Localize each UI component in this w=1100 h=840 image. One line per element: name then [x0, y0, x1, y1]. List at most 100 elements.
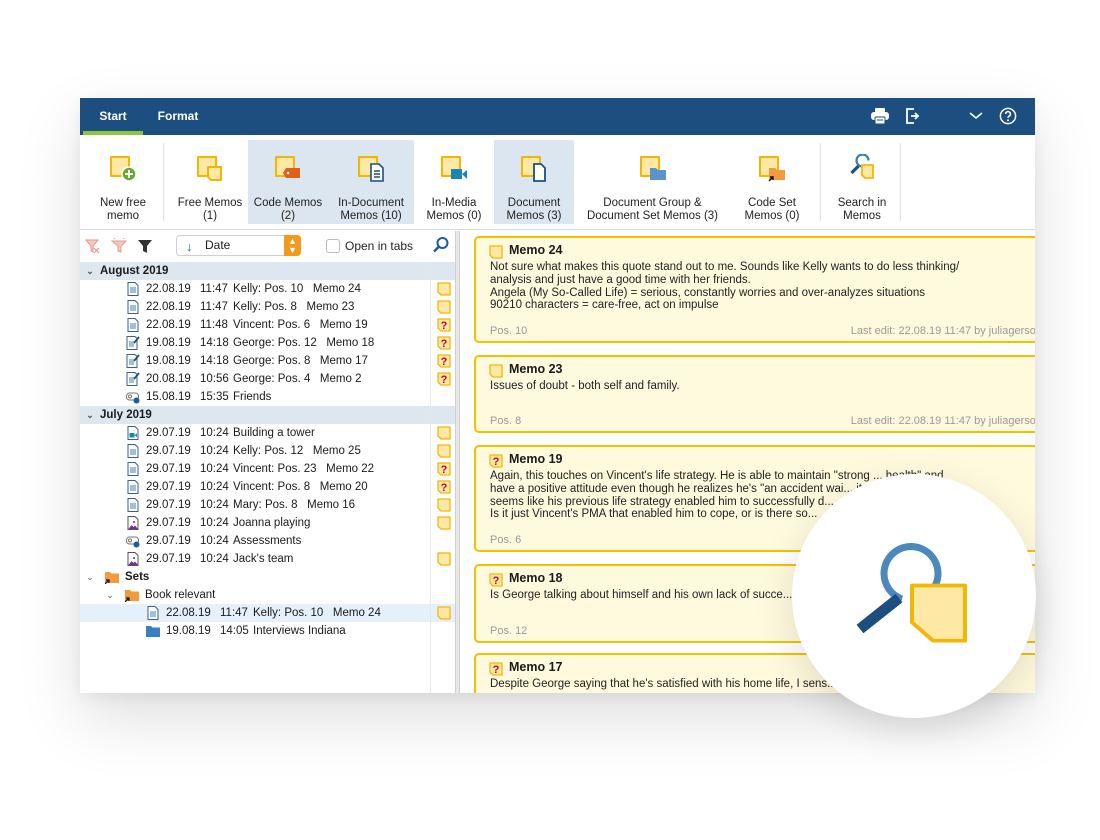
ribbon-separator: [900, 143, 901, 221]
tree-item[interactable]: 29.07.19 10:24 Vincent: Pos. 8 Memo 20?: [80, 478, 455, 496]
tree-item[interactable]: 22.08.19 11:47 Kelly: Pos. 8 Memo 23: [80, 298, 455, 316]
tree-item-label: George: Pos. 8 Memo 17: [233, 355, 368, 367]
memo-icon[interactable]: [437, 552, 451, 566]
code-set-memos-button[interactable]: Code Set Memos (0): [732, 140, 812, 224]
document-memos-icon: [521, 156, 546, 182]
tree-item-time: 14:18: [200, 337, 229, 349]
tree-item[interactable]: 29.07.19 10:24 Assessments: [80, 532, 455, 550]
tree-item[interactable]: 29.07.19 10:24 Jack's team: [80, 550, 455, 568]
ribbon-label: Memos: [843, 210, 881, 222]
in-document-memos-button[interactable]: In-Document Memos (10): [328, 140, 414, 224]
memo-title: Memo 19: [509, 452, 563, 466]
tree-group-header[interactable]: ⌄ July 2019: [80, 406, 455, 424]
filter-clear-icon[interactable]: [85, 238, 101, 254]
tree-item[interactable]: 22.08.19 11:47 Kelly: Pos. 10 Memo 24: [80, 604, 455, 622]
open-in-tabs-checkbox[interactable]: [326, 239, 340, 253]
svg-text:?: ?: [441, 482, 448, 494]
tree-item[interactable]: 22.08.19 11:47 Kelly: Pos. 10 Memo 24: [80, 280, 455, 298]
tree-item[interactable]: 19.08.19 14:18 George: Pos. 8 Memo 17?: [80, 352, 455, 370]
tree-item[interactable]: 19.08.19 14:05 Interviews Indiana: [80, 622, 455, 640]
text-document-icon: [126, 282, 140, 296]
text-document-icon: [126, 300, 140, 314]
export-icon[interactable]: [902, 105, 924, 127]
search-memos-icon: [856, 543, 967, 643]
printer-icon[interactable]: [869, 105, 891, 127]
code-memos-button[interactable]: Code Memos (2): [248, 140, 328, 224]
tree-group-header[interactable]: ⌄ August 2019: [80, 262, 455, 280]
memo-icon[interactable]: [437, 444, 451, 458]
question-memo-icon[interactable]: ?: [437, 480, 451, 494]
question-memo-icon[interactable]: ?: [437, 318, 451, 332]
new-free-memo-button[interactable]: New free memo: [86, 140, 160, 224]
memo-tree: ⌄ August 2019 22.08.19 11:47 Kelly: Pos. 10 …: [80, 262, 455, 693]
search-in-memos-button[interactable]: Search in Memos: [824, 140, 900, 224]
memo-card[interactable]: Memo 23 Issues of doubt - both self and f…: [474, 355, 1035, 433]
ribbon-label: Memos (10): [340, 210, 402, 222]
in-media-memos-button[interactable]: In-Media Memos (0): [414, 140, 494, 224]
ribbon-label: Code Memos: [253, 197, 323, 209]
memo-icon[interactable]: [437, 300, 451, 314]
tree-sets-header[interactable]: ⌄ Sets: [80, 568, 455, 586]
tree-item-time: 15:35: [200, 391, 229, 403]
tree-item-time: 14:18: [200, 355, 229, 367]
document-memos-button[interactable]: Document Memos (3): [494, 140, 574, 224]
tree-item[interactable]: 29.07.19 10:24 Mary: Pos. 8 Memo 16: [80, 496, 455, 514]
sort-select[interactable]: ↓ Date ▲ ▼: [176, 235, 301, 256]
question-memo-icon[interactable]: ?: [437, 354, 451, 368]
chevron-down-icon[interactable]: ⌄: [85, 568, 95, 586]
question-memo-icon[interactable]: ?: [437, 336, 451, 350]
search-icon[interactable]: [432, 236, 450, 254]
folder-icon: [146, 624, 160, 638]
chevron-down-icon[interactable]: ⌄: [105, 586, 115, 604]
svg-text:?: ?: [493, 456, 500, 468]
memo-icon[interactable]: [437, 498, 451, 512]
chevron-down-icon[interactable]: ⌄: [85, 262, 95, 280]
memo-last-edit: Last edit: 22.08.19 11:47 by juliagerson: [850, 325, 1035, 337]
tree-item-date: 29.07.19: [146, 463, 191, 475]
memo-icon[interactable]: [437, 426, 451, 440]
tree-item-label: Vincent: Pos. 6 Memo 19: [233, 319, 368, 331]
chevron-down-icon[interactable]: [965, 105, 987, 127]
tree-item[interactable]: 29.07.19 10:24 Joanna playing: [80, 514, 455, 532]
ribbon-label: (2): [280, 210, 296, 222]
question-memo-icon[interactable]: ?: [437, 462, 451, 476]
memo-position: Pos. 8: [490, 415, 522, 427]
svg-text:?: ?: [493, 575, 500, 587]
tree-item-label: Kelly: Pos. 10 Memo 24: [253, 607, 381, 619]
memo-icon[interactable]: [437, 516, 451, 530]
filter-icon[interactable]: [137, 238, 153, 254]
tree-item-label: Mary: Pos. 8 Memo 16: [233, 499, 356, 511]
tree-item[interactable]: 29.07.19 10:24 Vincent: Pos. 23 Memo 22?: [80, 460, 455, 478]
tree-item[interactable]: 20.08.19 10:56 George: Pos. 4 Memo 2?: [80, 370, 455, 388]
tree-item-label: Kelly: Pos. 12 Memo 25: [233, 445, 361, 457]
question-memo-icon[interactable]: ?: [437, 372, 451, 386]
ribbon-label: Memos (0): [426, 210, 482, 222]
tree-item-date: 19.08.19: [166, 625, 211, 637]
tree-item[interactable]: 15.08.19 15:35 Friends: [80, 388, 455, 406]
tree-item[interactable]: 22.08.19 11:48 Vincent: Pos. 6 Memo 19?: [80, 316, 455, 334]
tree-item-label: Assessments: [233, 535, 302, 547]
tree-item[interactable]: 29.07.19 10:24 Kelly: Pos. 12 Memo 25: [80, 442, 455, 460]
memo-card[interactable]: Memo 24 Not sure what makes this quote st…: [474, 236, 1035, 343]
ribbon-label: In-Media: [431, 197, 477, 209]
tree-item-date: 29.07.19: [146, 445, 191, 457]
tree-item[interactable]: 29.07.19 10:24 Building a tower: [80, 424, 455, 442]
memo-icon[interactable]: [437, 282, 451, 296]
tree-set-item[interactable]: ⌄ Book relevant: [80, 586, 455, 604]
document-group-memos-button[interactable]: Document Group & Document Set Memos (3): [580, 140, 725, 224]
tab-start[interactable]: Start: [83, 98, 143, 135]
tab-format[interactable]: Format: [148, 98, 208, 135]
help-icon[interactable]: [997, 105, 1019, 127]
tree-item-date: 22.08.19: [166, 607, 211, 619]
survey-icon: [126, 534, 140, 548]
tree-item[interactable]: 19.08.19 14:18 George: Pos. 12 Memo 18?: [80, 334, 455, 352]
chevron-down-icon[interactable]: ⌄: [85, 406, 95, 424]
memo-title: Memo 23: [509, 362, 563, 376]
filter-reset-icon[interactable]: [111, 238, 127, 254]
document-set-icon: [104, 570, 119, 585]
ribbon-separator: [820, 143, 821, 221]
free-memos-button[interactable]: Free Memos (1): [172, 140, 248, 224]
tree-item-label: Jack's team: [233, 553, 294, 565]
memo-icon[interactable]: [437, 606, 451, 620]
tree-set-label: Book relevant: [145, 589, 216, 601]
